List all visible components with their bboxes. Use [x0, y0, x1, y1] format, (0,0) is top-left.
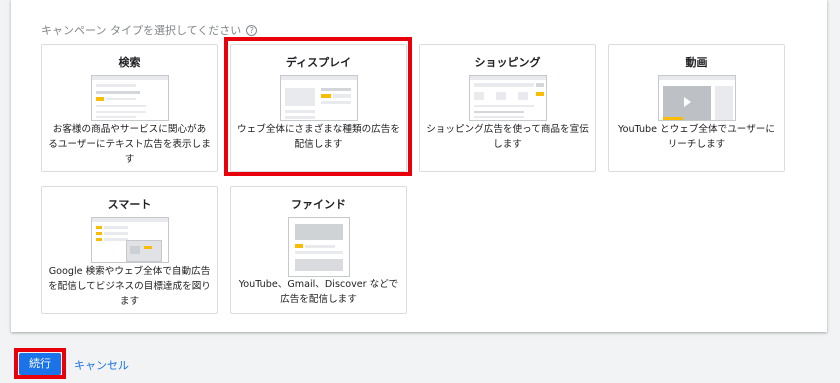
card-title: ディスプレイ — [285, 56, 352, 69]
question-circle-icon[interactable]: ? — [246, 24, 258, 36]
campaign-card-search[interactable]: 検索 お客様の商品やサービスに関心があるユーザーにテキスト広告を表示します — [41, 44, 218, 172]
card-title: 検索 — [118, 56, 141, 69]
campaign-card-video[interactable]: 動画 YouTube とウェブ全体でユーザーにリーチします — [608, 44, 785, 172]
campaign-card-smart[interactable]: スマート Google 検索やウェブ全体で自動広告を配信してビジネスの目標達成を… — [41, 186, 218, 314]
smart-thumbnail — [90, 217, 169, 263]
discovery-thumbnail — [287, 217, 350, 277]
card-description: YouTube とウェブ全体でユーザーにリーチします — [618, 124, 775, 150]
cancel-button[interactable]: キャンセル — [74, 357, 129, 373]
card-title: ファインド — [291, 198, 346, 211]
shopping-thumbnail — [468, 75, 547, 121]
card-title: ショッピング — [474, 56, 541, 69]
search-thumbnail — [90, 75, 169, 121]
display-thumbnail — [279, 75, 358, 121]
card-description: Google 検索やウェブ全体で自動広告を配信してビジネスの目標達成を図ります — [48, 266, 211, 307]
campaign-card-shopping[interactable]: ショッピング ショッピング広告を使って商品を宣伝します — [419, 44, 596, 172]
campaign-card-display[interactable]: ディスプレイ ウェブ全体にさまざまな種類の広告を配信します — [230, 44, 407, 172]
card-title: スマート — [107, 198, 152, 211]
heading-text: キャンペーン タイプを選択してください — [41, 24, 242, 37]
card-description: ショッピング広告を使って商品を宣伝します — [426, 124, 589, 150]
video-thumbnail — [657, 75, 736, 121]
continue-button[interactable]: 続行 — [19, 353, 61, 375]
campaign-card-discovery[interactable]: ファインド YouTube、Gmail、Discover などで広告を配信します — [230, 186, 407, 314]
card-description: お客様の商品やサービスに関心があるユーザーにテキスト広告を表示します — [48, 124, 211, 165]
campaign-type-heading: キャンペーン タイプを選択してください ? — [41, 22, 258, 38]
card-description: ウェブ全体にさまざまな種類の広告を配信します — [237, 124, 400, 150]
card-description: YouTube、Gmail、Discover などで広告を配信します — [238, 279, 399, 305]
play-icon — [683, 97, 691, 107]
card-title: 動画 — [685, 56, 708, 69]
